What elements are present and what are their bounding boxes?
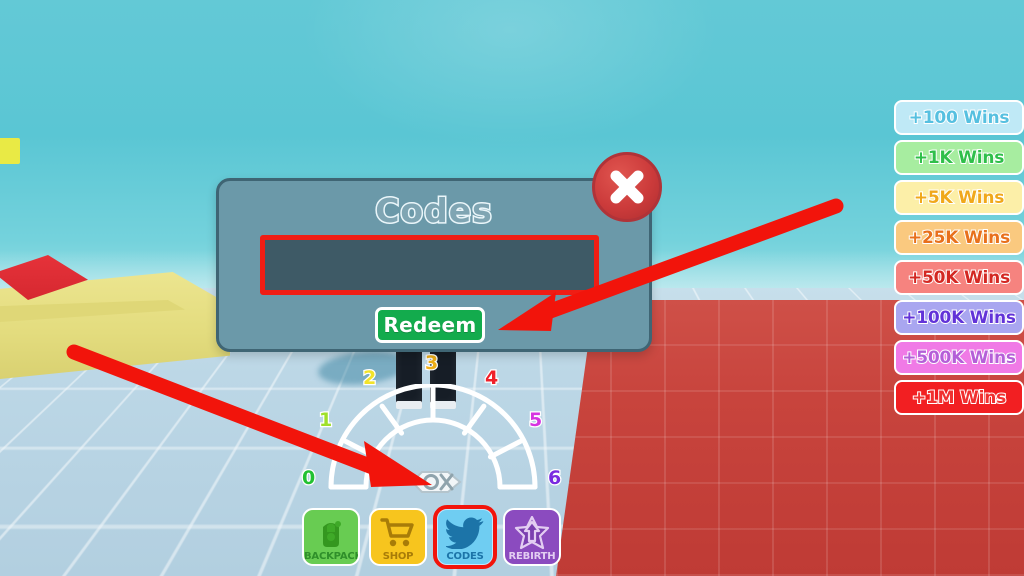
win-badge[interactable]: +1M Wins [894,380,1024,415]
game-screenshot: 3 0 1 2 3 4 5 6 [0,0,1024,576]
win-badge-label: +100 Wins [908,107,1011,129]
shopping-cart-icon [379,516,417,554]
arc-center-ornament [408,468,470,496]
win-badge[interactable]: +50K Wins [894,260,1024,295]
backpack-button[interactable]: BACKPACK [302,508,360,566]
win-badge[interactable]: +500K Wins [894,340,1024,375]
close-x-icon [610,170,644,204]
star-arrow-icon [514,515,550,554]
sky-haze [300,0,720,150]
twitter-bird-icon [444,517,484,553]
shop-button[interactable]: SHOP [369,508,427,566]
slot-number-2[interactable]: 2 [362,366,378,391]
floating-yellow-block [0,138,20,164]
codes-button[interactable]: CODES [433,505,497,569]
bottom-button-bar: BACKPACK SHOP CODES REBIRTH [302,505,561,569]
dialog-title: Codes [374,190,494,232]
codes-button-label: CODES [446,551,484,562]
rebirth-button-label: REBIRTH [508,551,556,562]
close-dialog-button[interactable] [592,152,662,222]
backpack-button-label: BACKPACK [304,551,360,562]
win-badge-label: +50K Wins [907,267,1011,289]
slot-number-3[interactable]: 3 [424,351,440,376]
win-badge-label: +1M Wins [911,387,1007,409]
slot-number-6[interactable]: 6 [547,466,563,491]
code-input-field[interactable] [260,235,599,295]
rebirth-button[interactable]: REBIRTH [503,508,561,566]
slot-number-0[interactable]: 0 [301,466,317,491]
win-badges-list: +100 Wins +1K Wins +5K Wins +25K Wins +5… [894,100,1024,415]
backpack-icon [313,515,349,555]
codes-dialog: Codes Redeem [216,178,652,352]
win-badge-label: +5K Wins [913,187,1006,209]
win-badge[interactable]: +100K Wins [894,300,1024,335]
win-badge[interactable]: +100 Wins [894,100,1024,135]
arc-center-icon [410,471,462,493]
win-badge-label: +500K Wins [901,347,1017,369]
win-badge-label: +25K Wins [907,227,1011,249]
win-badge-label: +1K Wins [913,147,1006,169]
win-badge[interactable]: +25K Wins [894,220,1024,255]
win-badge[interactable]: +5K Wins [894,180,1024,215]
shop-button-label: SHOP [382,551,414,562]
win-badge-label: +100K Wins [901,307,1017,329]
win-badge[interactable]: +1K Wins [894,140,1024,175]
slot-number-4[interactable]: 4 [484,366,500,391]
slot-number-1[interactable]: 1 [318,408,334,433]
slot-number-5[interactable]: 5 [528,408,544,433]
redeem-button[interactable]: Redeem [375,307,485,343]
